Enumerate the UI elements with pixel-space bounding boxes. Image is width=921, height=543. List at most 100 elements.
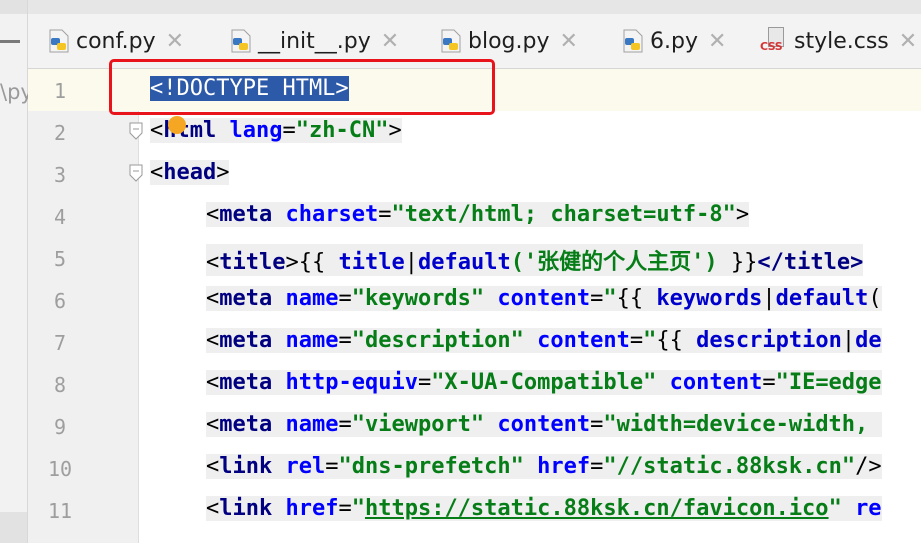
bracket: />	[855, 454, 882, 479]
attribute-value: "description"	[351, 328, 524, 353]
python-file-icon	[49, 29, 69, 53]
equals: =	[338, 328, 352, 353]
project-panel-scroll-area[interactable]	[0, 512, 27, 543]
equals: =	[590, 286, 604, 311]
bracket: <	[150, 118, 164, 143]
close-icon[interactable]: ✕	[381, 29, 399, 54]
bracket: <	[206, 496, 220, 521]
tab-style-css[interactable]: CSS style.css ✕	[760, 14, 917, 68]
attribute-value: "keywords"	[351, 286, 485, 311]
template-delimiter: {{	[616, 286, 657, 311]
attribute-name: http-equiv	[285, 370, 418, 395]
css-badge: CSS	[760, 40, 783, 53]
code-line-3[interactable]: <head>	[150, 160, 230, 185]
template-delimiter: }}	[717, 250, 758, 275]
tab-label: style.css	[794, 28, 889, 54]
close-icon[interactable]: ✕	[708, 29, 726, 54]
equals: =	[417, 370, 432, 395]
attribute-value: "zh-CN"	[295, 118, 389, 143]
attribute-value: "IE=edge	[775, 370, 882, 395]
paren: (	[868, 286, 882, 311]
quote: "	[828, 496, 842, 521]
code-line-9[interactable]: <meta name="viewport" content="width=dev…	[206, 412, 882, 437]
mouse-cursor-marker	[168, 116, 186, 134]
quote: "	[351, 496, 365, 521]
equals: =	[338, 496, 352, 521]
bracket: <	[206, 412, 220, 437]
code-line-6[interactable]: <meta name="keywords" content="{{ keywor…	[206, 286, 882, 311]
tab-bar-top-strip	[28, 0, 921, 14]
attribute-value: "width=device-width,	[603, 412, 882, 437]
bracket: <	[206, 370, 220, 395]
attribute-name: name	[285, 328, 339, 353]
attribute-name: content	[537, 328, 630, 353]
tab-6-py[interactable]: 6.py ✕	[620, 14, 726, 68]
attribute-value: "text/html; charset=utf-8"	[391, 202, 736, 227]
bracket: <	[206, 202, 220, 227]
line-number: 10	[47, 457, 73, 481]
collapse-icon[interactable]	[0, 40, 20, 43]
bracket: <	[206, 286, 220, 311]
fold-marker-icon[interactable]	[128, 122, 144, 140]
equals: =	[338, 286, 352, 311]
attribute-name: content	[669, 370, 763, 395]
line-number: 2	[53, 121, 67, 145]
close-icon[interactable]: ✕	[166, 29, 184, 54]
attribute-name: name	[285, 412, 339, 437]
close-icon[interactable]: ✕	[559, 29, 577, 54]
code-line-2[interactable]: <html lang="zh-CN">	[150, 118, 402, 143]
project-panel[interactable]: \py	[0, 0, 33, 543]
bracket: >	[216, 160, 230, 185]
equals: =	[590, 454, 604, 479]
equals: =	[338, 412, 352, 437]
line-number: 9	[53, 415, 67, 439]
quote: "	[603, 286, 617, 311]
url-link[interactable]: https://static.88ksk.cn/favicon.ico	[365, 496, 829, 521]
attribute-name: name	[285, 286, 339, 311]
template-filter: de	[855, 328, 882, 353]
tag-name: meta	[219, 202, 273, 227]
equals: =	[629, 328, 644, 353]
template-delimiter: {{	[298, 250, 339, 275]
equals: =	[762, 370, 776, 395]
attribute-value: "//static.88ksk.cn"	[603, 454, 856, 479]
line-number: 11	[47, 499, 73, 523]
bracket: >	[285, 250, 299, 275]
filter-argument: ('张健的个人主页')	[510, 250, 718, 275]
annotation-highlight-box	[109, 59, 495, 115]
code-line-4[interactable]: <meta charset="text/html; charset=utf-8"…	[206, 202, 750, 227]
close-icon[interactable]: ✕	[899, 29, 917, 54]
code-line-7[interactable]: <meta name="description" content="{{ des…	[206, 328, 882, 353]
tag-name: meta	[219, 370, 273, 395]
template-variable: title	[338, 250, 405, 275]
tab-label: blog.py	[468, 28, 550, 54]
bracket: >	[735, 202, 750, 227]
python-file-icon	[623, 29, 643, 53]
equals: =	[325, 454, 339, 479]
template-pipe: |	[404, 250, 418, 275]
tab-label: conf.py	[76, 28, 156, 54]
fold-marker-icon[interactable]	[128, 164, 144, 182]
bracket: <	[206, 454, 220, 479]
code-line-5[interactable]: <title>{{ title|default('张健的个人主页') }}</t…	[206, 244, 864, 276]
tab-label: 6.py	[650, 28, 698, 54]
tag-name: head	[163, 160, 217, 185]
template-pipe: |	[841, 328, 856, 353]
code-line-8[interactable]: <meta http-equiv="X-UA-Compatible" conte…	[206, 370, 882, 395]
bracket: <	[150, 160, 164, 185]
code-line-10[interactable]: <link rel="dns-prefetch" href="//static.…	[206, 454, 882, 479]
css-file-icon: CSS	[760, 27, 788, 55]
tab-label: __init__.py	[258, 28, 371, 54]
attribute-name: href	[537, 454, 591, 479]
tag-name: link	[219, 454, 273, 479]
code-line-11[interactable]: <link href="https://static.88ksk.cn/favi…	[206, 496, 882, 521]
tag-name: meta	[219, 328, 273, 353]
attribute-value: "viewport"	[351, 412, 485, 437]
